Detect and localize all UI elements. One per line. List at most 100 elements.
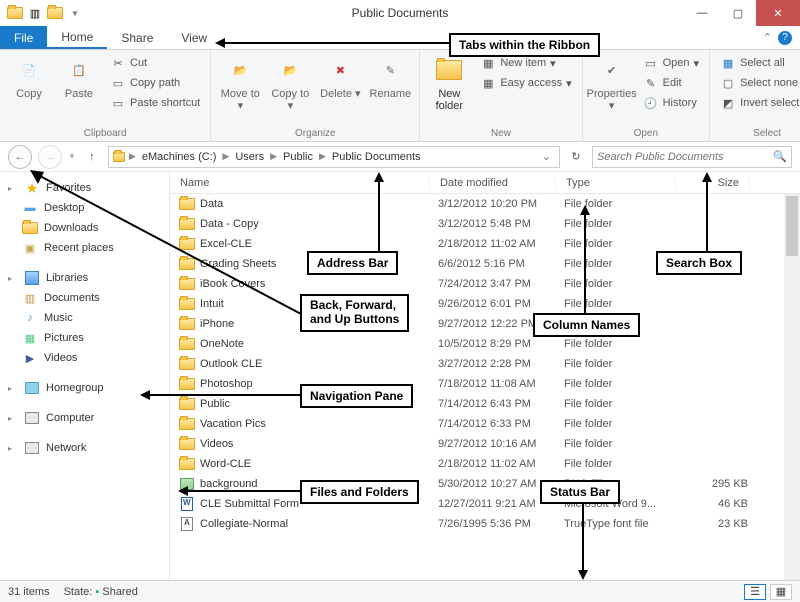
invert-selection-button[interactable]: ◩Invert selection	[716, 94, 800, 112]
delete-icon: ✖	[324, 54, 356, 86]
select-all-icon: ▦	[720, 55, 736, 71]
copy-to-button[interactable]: 📂Copy to ▾	[267, 54, 313, 112]
properties-button[interactable]: ✔Properties ▾	[589, 54, 635, 112]
open-icon: ▭	[643, 55, 659, 71]
organize-group-label: Organize	[217, 126, 413, 141]
file-date: 9/26/2012 6:01 PM	[438, 298, 564, 310]
nav-network[interactable]: ▸Network	[0, 438, 169, 458]
details-view-button[interactable]: ☰	[744, 584, 766, 600]
file-icon	[178, 416, 196, 432]
select-none-button[interactable]: ▢Select none	[716, 74, 800, 92]
expand-icon[interactable]: ▸	[8, 184, 18, 193]
address-bar[interactable]: ▶ eMachines (C:) ▶ Users ▶ Public ▶ Publ…	[108, 146, 560, 168]
location-icon	[113, 152, 125, 162]
address-dropdown-icon[interactable]: ⌄	[538, 150, 555, 163]
file-date: 10/5/2012 8:29 PM	[438, 338, 564, 350]
file-date: 6/6/2012 5:16 PM	[438, 258, 564, 270]
tab-view[interactable]: View	[167, 26, 221, 49]
search-icon[interactable]: 🔍	[773, 150, 787, 163]
easy-access-icon: ▦	[480, 75, 496, 91]
copy-path-button[interactable]: ▭Copy path	[106, 74, 204, 92]
annotation-status: Status Bar	[540, 480, 620, 504]
tab-share[interactable]: Share	[107, 26, 167, 49]
qat-dropdown-icon[interactable]: ▼	[66, 4, 84, 22]
app-icon[interactable]	[6, 4, 24, 22]
forward-button[interactable]: →	[38, 145, 62, 169]
refresh-button[interactable]: ↻	[566, 147, 586, 167]
file-name: Outlook CLE	[196, 358, 438, 370]
ribbon-group-clipboard: 📄Copy 📋Paste ✂Cut ▭Copy path ▭Paste shor…	[0, 50, 211, 141]
file-row[interactable]: Vacation Pics7/14/2012 6:33 PMFile folde…	[170, 414, 800, 434]
maximize-button[interactable]: ▢	[720, 0, 756, 26]
open-button[interactable]: ▭Open ▾	[639, 54, 703, 72]
paste-icon: 📋	[63, 54, 95, 86]
expand-icon[interactable]: ▸	[8, 414, 18, 423]
state-label: State: ▪ Shared	[64, 586, 138, 598]
breadcrumb-segment[interactable]: Public Documents	[330, 151, 423, 163]
ribbon: 📄Copy 📋Paste ✂Cut ▭Copy path ▭Paste shor…	[0, 50, 800, 142]
breadcrumb-sep[interactable]: ▶	[127, 151, 138, 162]
file-row[interactable]: Word-CLE2/18/2012 11:02 AMFile folder	[170, 454, 800, 474]
cut-button[interactable]: ✂Cut	[106, 54, 204, 72]
recent-locations-dropdown[interactable]: ▼	[68, 152, 76, 161]
expand-icon[interactable]: ▸	[8, 274, 18, 283]
column-type[interactable]: Type	[556, 177, 676, 189]
nav-computer[interactable]: ▸Computer	[0, 408, 169, 428]
rename-button[interactable]: ✎Rename	[367, 54, 413, 100]
tab-file[interactable]: File	[0, 26, 47, 49]
new-folder-button[interactable]: New folder	[426, 54, 472, 112]
minimize-button[interactable]: —	[684, 0, 720, 26]
close-button[interactable]: ✕	[756, 0, 800, 26]
breadcrumb-segment[interactable]: eMachines (C:)	[140, 151, 219, 163]
column-date[interactable]: Date modified	[430, 177, 556, 189]
expand-icon[interactable]: ▸	[8, 444, 18, 453]
annotation-nav-buttons: Back, Forward,and Up Buttons	[300, 294, 409, 332]
tab-home[interactable]: Home	[47, 26, 107, 49]
breadcrumb-sep[interactable]: ▶	[220, 151, 231, 162]
clipboard-group-label: Clipboard	[6, 126, 204, 141]
delete-button[interactable]: ✖Delete ▾	[317, 54, 363, 100]
back-button[interactable]: ←	[8, 145, 32, 169]
videos-icon: ▶	[22, 350, 38, 366]
file-row[interactable]: Collegiate-Normal7/26/1995 5:36 PMTrueTy…	[170, 514, 800, 534]
icons-view-button[interactable]: ▦	[770, 584, 792, 600]
minimize-ribbon-icon[interactable]: ⌃	[763, 31, 772, 44]
file-row[interactable]: Videos9/27/2012 10:16 AMFile folder	[170, 434, 800, 454]
copy-path-icon: ▭	[110, 75, 126, 91]
easy-access-button[interactable]: ▦Easy access ▾	[476, 74, 575, 92]
paste-shortcut-button[interactable]: ▭Paste shortcut	[106, 94, 204, 112]
homegroup-icon	[24, 380, 40, 396]
window-controls: — ▢ ✕	[684, 0, 800, 26]
file-size: 23 KB	[684, 518, 758, 530]
qat-properties-icon[interactable]: ▥	[26, 4, 44, 22]
qat-new-folder-icon[interactable]	[46, 4, 64, 22]
help-icon[interactable]: ?	[778, 31, 792, 45]
file-row[interactable]: Outlook CLE3/27/2012 2:28 PMFile folder	[170, 354, 800, 374]
file-date: 3/27/2012 2:28 PM	[438, 358, 564, 370]
file-row[interactable]: OneNote10/5/2012 8:29 PMFile folder	[170, 334, 800, 354]
edit-button[interactable]: ✎Edit	[639, 74, 703, 92]
scrollbar-thumb[interactable]	[786, 196, 798, 256]
nav-pictures[interactable]: ▦Pictures	[0, 328, 169, 348]
select-all-button[interactable]: ▦Select all	[716, 54, 800, 72]
select-none-icon: ▢	[720, 75, 736, 91]
vertical-scrollbar[interactable]	[784, 194, 800, 580]
breadcrumb-segment[interactable]: Public	[281, 151, 315, 163]
file-size: 295 KB	[684, 478, 758, 490]
up-button[interactable]: ↑	[82, 147, 102, 167]
nav-videos[interactable]: ▶Videos	[0, 348, 169, 368]
search-input[interactable]	[597, 151, 773, 163]
copy-button[interactable]: 📄Copy	[6, 54, 52, 100]
ribbon-group-organize: 📂Move to ▾ 📂Copy to ▾ ✖Delete ▾ ✎Rename …	[211, 50, 420, 141]
breadcrumb-sep[interactable]: ▶	[317, 151, 328, 162]
file-name: Vacation Pics	[196, 418, 438, 430]
expand-icon[interactable]: ▸	[8, 384, 18, 393]
history-button[interactable]: 🕘History	[639, 94, 703, 112]
breadcrumb-segment[interactable]: Users	[233, 151, 266, 163]
move-to-button[interactable]: 📂Move to ▾	[217, 54, 263, 112]
properties-icon: ✔	[596, 54, 628, 86]
quick-access-toolbar: ▥ ▼	[0, 4, 84, 22]
breadcrumb-sep[interactable]: ▶	[268, 151, 279, 162]
paste-button[interactable]: 📋Paste	[56, 54, 102, 100]
search-box[interactable]: 🔍	[592, 146, 792, 168]
